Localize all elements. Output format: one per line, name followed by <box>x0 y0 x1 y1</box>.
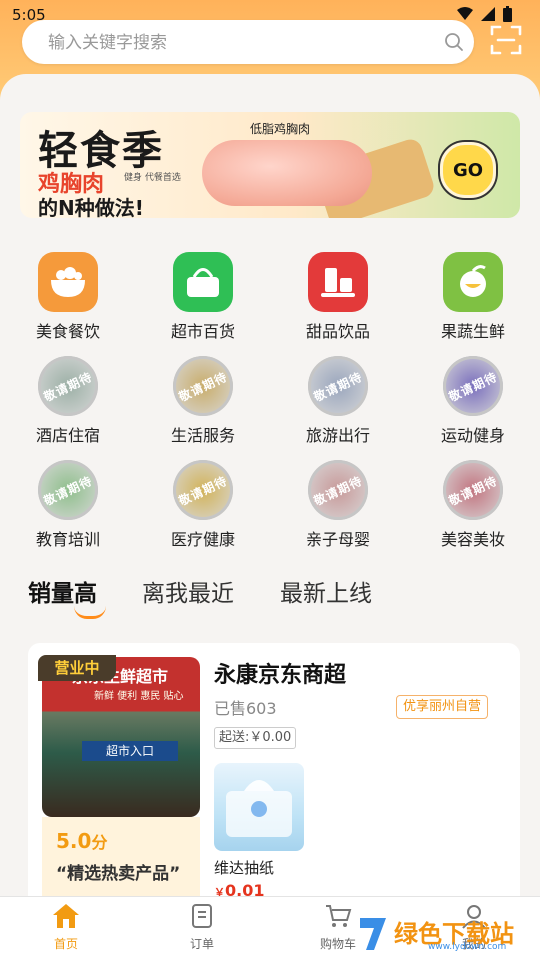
coming-soon-text: 敬请期待 <box>311 473 365 508</box>
category-item[interactable]: 甜品饮品 <box>288 252 388 342</box>
category-item[interactable]: 敬请期待 酒店住宿 <box>18 356 118 446</box>
search-icon[interactable] <box>444 32 464 52</box>
nav-home[interactable]: 首页 <box>26 903 106 952</box>
tissue-box-icon <box>226 780 292 837</box>
tab-newest[interactable]: 最新上线 <box>280 574 372 608</box>
category-item[interactable]: 美食餐饮 <box>18 252 118 342</box>
min-delivery-badge: 起送:￥0.00 <box>214 727 297 749</box>
product-image[interactable] <box>214 763 304 851</box>
signal-icon <box>481 7 495 21</box>
tab-nearest[interactable]: 离我最近 <box>142 574 234 608</box>
coming-soon-icon: 敬请期待 <box>173 460 233 520</box>
nav-orders-label: 订单 <box>189 937 214 951</box>
banner-label: 低脂鸡胸肉 <box>250 122 311 136</box>
category-label: 果蔬生鲜 <box>440 322 505 341</box>
self-operated-badge: 优享丽州自营 <box>396 695 489 719</box>
category-label: 酒店住宿 <box>35 426 100 445</box>
coming-soon-text: 敬请期待 <box>41 473 95 508</box>
tab-sales[interactable]: 销量高 <box>28 574 97 608</box>
wifi-icon <box>457 7 473 20</box>
sold-count: 已售603 <box>214 699 277 718</box>
coming-soon-text: 敬请期待 <box>311 369 365 404</box>
banner-tag: 健身 代餐首选 <box>124 173 181 183</box>
cart-icon <box>326 905 352 927</box>
scan-icon[interactable] <box>490 24 522 56</box>
shop-score: 5.0分 <box>56 829 107 853</box>
category-label: 甜品饮品 <box>305 322 370 341</box>
score-value: 5.0 <box>56 829 92 853</box>
shopping-basket-icon <box>173 252 233 312</box>
category-label: 超市百货 <box>170 322 235 341</box>
dessert-drink-icon <box>308 252 368 312</box>
food-bowl-icon <box>38 252 98 312</box>
score-unit: 分 <box>91 833 108 852</box>
category-label: 美容美妆 <box>440 530 505 549</box>
open-status-badge: 营业中 <box>38 655 116 681</box>
coming-soon-text: 敬请期待 <box>41 369 95 404</box>
nav-home-label: 首页 <box>53 937 78 951</box>
banner-tagline: 的N种做法! <box>38 196 144 218</box>
coming-soon-icon: 敬请期待 <box>308 356 368 416</box>
search-input[interactable] <box>46 30 430 56</box>
watermark-url: www.lydown.com <box>428 942 507 952</box>
category-item[interactable]: 敬请期待 医疗健康 <box>153 460 253 550</box>
coming-soon-text: 敬请期待 <box>446 473 500 508</box>
promo-banner[interactable]: 轻食季 鸡胸肉 的N种做法! 健身 代餐首选 低脂鸡胸肉 GO <box>20 112 520 218</box>
site-watermark: 绿色下载站 www.lydown.com <box>356 910 538 958</box>
category-item[interactable]: 敬请期待 教育培训 <box>18 460 118 550</box>
category-label: 旅游出行 <box>305 426 370 445</box>
coming-soon-icon: 敬请期待 <box>38 460 98 520</box>
category-label: 教育培训 <box>35 530 100 549</box>
category-label: 亲子母婴 <box>305 530 370 549</box>
chicken-breast-image <box>202 140 372 206</box>
category-item[interactable]: 超市百货 <box>153 252 253 342</box>
nav-orders[interactable]: 订单 <box>162 903 242 952</box>
banner-go-button[interactable]: GO <box>440 142 496 198</box>
coming-soon-text: 敬请期待 <box>176 473 230 508</box>
photo-door-text: 超市入口 <box>82 741 178 761</box>
coming-soon-text: 敬请期待 <box>176 369 230 404</box>
search-bar[interactable] <box>22 20 474 64</box>
category-label: 医疗健康 <box>170 530 235 549</box>
category-item[interactable]: 敬请期待 运动健身 <box>423 356 523 446</box>
product-name[interactable]: 维达抽纸 <box>214 857 274 878</box>
home-icon <box>53 904 79 928</box>
sort-tabs: 销量高 离我最近 最新上线 <box>28 574 508 619</box>
coming-soon-icon: 敬请期待 <box>308 460 368 520</box>
category-label: 美食餐饮 <box>35 322 100 341</box>
category-label: 生活服务 <box>170 426 235 445</box>
photo-sub-text: 新鲜 便利 惠民 贴心 <box>94 691 184 702</box>
fruit-icon <box>443 252 503 312</box>
category-item[interactable]: 敬请期待 旅游出行 <box>288 356 388 446</box>
coming-soon-icon: 敬请期待 <box>38 356 98 416</box>
category-item[interactable]: 果蔬生鲜 <box>423 252 523 342</box>
order-icon <box>192 904 212 928</box>
battery-icon <box>503 6 512 22</box>
coming-soon-icon: 敬请期待 <box>443 460 503 520</box>
shop-slogan: “精选热卖产品” <box>56 864 181 884</box>
coming-soon-text: 敬请期待 <box>446 369 500 404</box>
category-label: 运动健身 <box>440 426 505 445</box>
category-item[interactable]: 敬请期待 生活服务 <box>153 356 253 446</box>
category-item[interactable]: 敬请期待 美容美妆 <box>423 460 523 550</box>
watermark-logo-icon <box>360 918 386 950</box>
coming-soon-icon: 敬请期待 <box>443 356 503 416</box>
shop-photo[interactable]: 京东生鲜超市 新鲜 便利 惠民 贴心 超市入口 <box>42 657 200 817</box>
shop-name[interactable]: 永康京东商超 <box>214 657 346 689</box>
category-item[interactable]: 敬请期待 亲子母婴 <box>288 460 388 550</box>
coming-soon-icon: 敬请期待 <box>173 356 233 416</box>
